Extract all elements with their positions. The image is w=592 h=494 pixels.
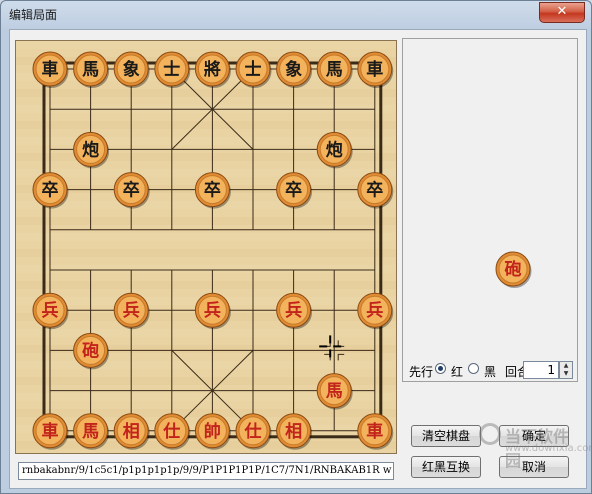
piece-label: 炮 xyxy=(82,139,99,160)
watermark: 当下软件园 www.downxia.com xyxy=(479,421,592,470)
piece-label: 士 xyxy=(245,59,262,80)
wood-grain xyxy=(16,233,396,241)
piece-label: 象 xyxy=(285,59,302,80)
xiangqi-board[interactable]: 車馬象士將士象馬車炮炮卒卒卒卒卒兵兵兵兵兵砲馬車馬相仕帥仕相車 xyxy=(15,40,397,454)
piece-label: 炮 xyxy=(326,139,343,160)
piece-label: 馬 xyxy=(326,60,343,80)
piece-label: 砲 xyxy=(505,259,522,280)
piece-label: 兵 xyxy=(204,300,221,321)
position-marker xyxy=(337,353,345,361)
tray-canvas[interactable]: 砲 xyxy=(403,39,577,381)
piece-label: 士 xyxy=(163,59,180,80)
round-input[interactable]: 1 xyxy=(523,361,559,379)
wood-grain xyxy=(16,329,396,337)
wood-grain xyxy=(16,361,396,369)
piece-label: 車 xyxy=(366,421,383,442)
piece-label: 馬 xyxy=(82,422,99,442)
piece-label: 卒 xyxy=(204,180,221,201)
wood-grain xyxy=(16,281,396,289)
round-spinner[interactable]: ▲ ▼ xyxy=(559,361,573,379)
piece-label: 兵 xyxy=(42,300,59,321)
piece-label: 兵 xyxy=(285,300,302,321)
wood-grain xyxy=(16,41,396,49)
watermark-logo-icon xyxy=(479,423,501,445)
piece-label: 象 xyxy=(123,59,140,80)
piece-label: 兵 xyxy=(366,300,383,321)
piece-label: 相 xyxy=(123,421,140,442)
piece-label: 仕 xyxy=(244,421,262,442)
piece-tray[interactable]: 砲 xyxy=(402,38,578,382)
piece-label: 車 xyxy=(366,59,383,80)
dialog-content: 車馬象士將士象馬車炮炮卒卒卒卒卒兵兵兵兵兵砲馬車馬相仕帥仕相車 rnbakabn… xyxy=(9,29,587,489)
first-move-label: 先行 xyxy=(409,365,434,379)
first-move-controls: 先行 红 黑 回合 1 ▲ ▼ xyxy=(399,361,575,381)
piece-label: 帥 xyxy=(204,421,221,442)
title-bar[interactable]: 编辑局面 ✕ xyxy=(1,1,591,27)
piece-label: 將 xyxy=(204,59,221,80)
piece-label: 相 xyxy=(285,421,302,442)
wood-grain xyxy=(16,217,396,225)
piece-label: 卒 xyxy=(123,180,140,201)
red-first-radio[interactable] xyxy=(435,363,446,374)
clear-board-button[interactable]: 清空棋盘 xyxy=(411,425,481,447)
wood-grain xyxy=(16,249,396,257)
piece-label: 馬 xyxy=(326,382,343,402)
wood-grain xyxy=(16,89,396,97)
piece-label: 兵 xyxy=(123,300,140,321)
fen-field[interactable]: rnbakabnr/9/1c5c1/p1p1p1p1p/9/9/P1P1P1P1… xyxy=(18,462,394,480)
black-first-radio[interactable] xyxy=(468,363,479,374)
dialog-window: 编辑局面 ✕ 車馬象士將士象馬車炮炮卒卒卒卒卒兵兵兵兵兵砲馬車馬相仕帥仕相車 r… xyxy=(0,0,592,494)
red-label: 红 xyxy=(451,365,464,379)
piece-label: 砲 xyxy=(82,340,99,361)
piece-label: 卒 xyxy=(285,180,302,201)
wood-grain xyxy=(16,121,396,129)
wood-grain xyxy=(16,265,396,273)
piece-label: 卒 xyxy=(42,180,59,201)
watermark-url: www.downxia.com xyxy=(505,443,592,454)
close-button[interactable]: ✕ xyxy=(539,2,585,23)
board-canvas[interactable]: 車馬象士將士象馬車炮 炮卒卒卒卒卒兵兵兵兵兵砲馬車馬相仕帥仕相車 xyxy=(16,41,396,453)
red-piece[interactable]: 砲 xyxy=(495,251,532,288)
piece-label: 卒 xyxy=(366,180,383,201)
piece-label: 馬 xyxy=(82,60,99,80)
piece-label: 車 xyxy=(42,59,59,80)
piece-label: 車 xyxy=(42,421,59,442)
window-title: 编辑局面 xyxy=(9,8,58,22)
swap-colors-button[interactable]: 红黑互换 xyxy=(411,456,481,478)
black-label: 黑 xyxy=(484,365,497,379)
piece-label: 仕 xyxy=(162,421,180,442)
